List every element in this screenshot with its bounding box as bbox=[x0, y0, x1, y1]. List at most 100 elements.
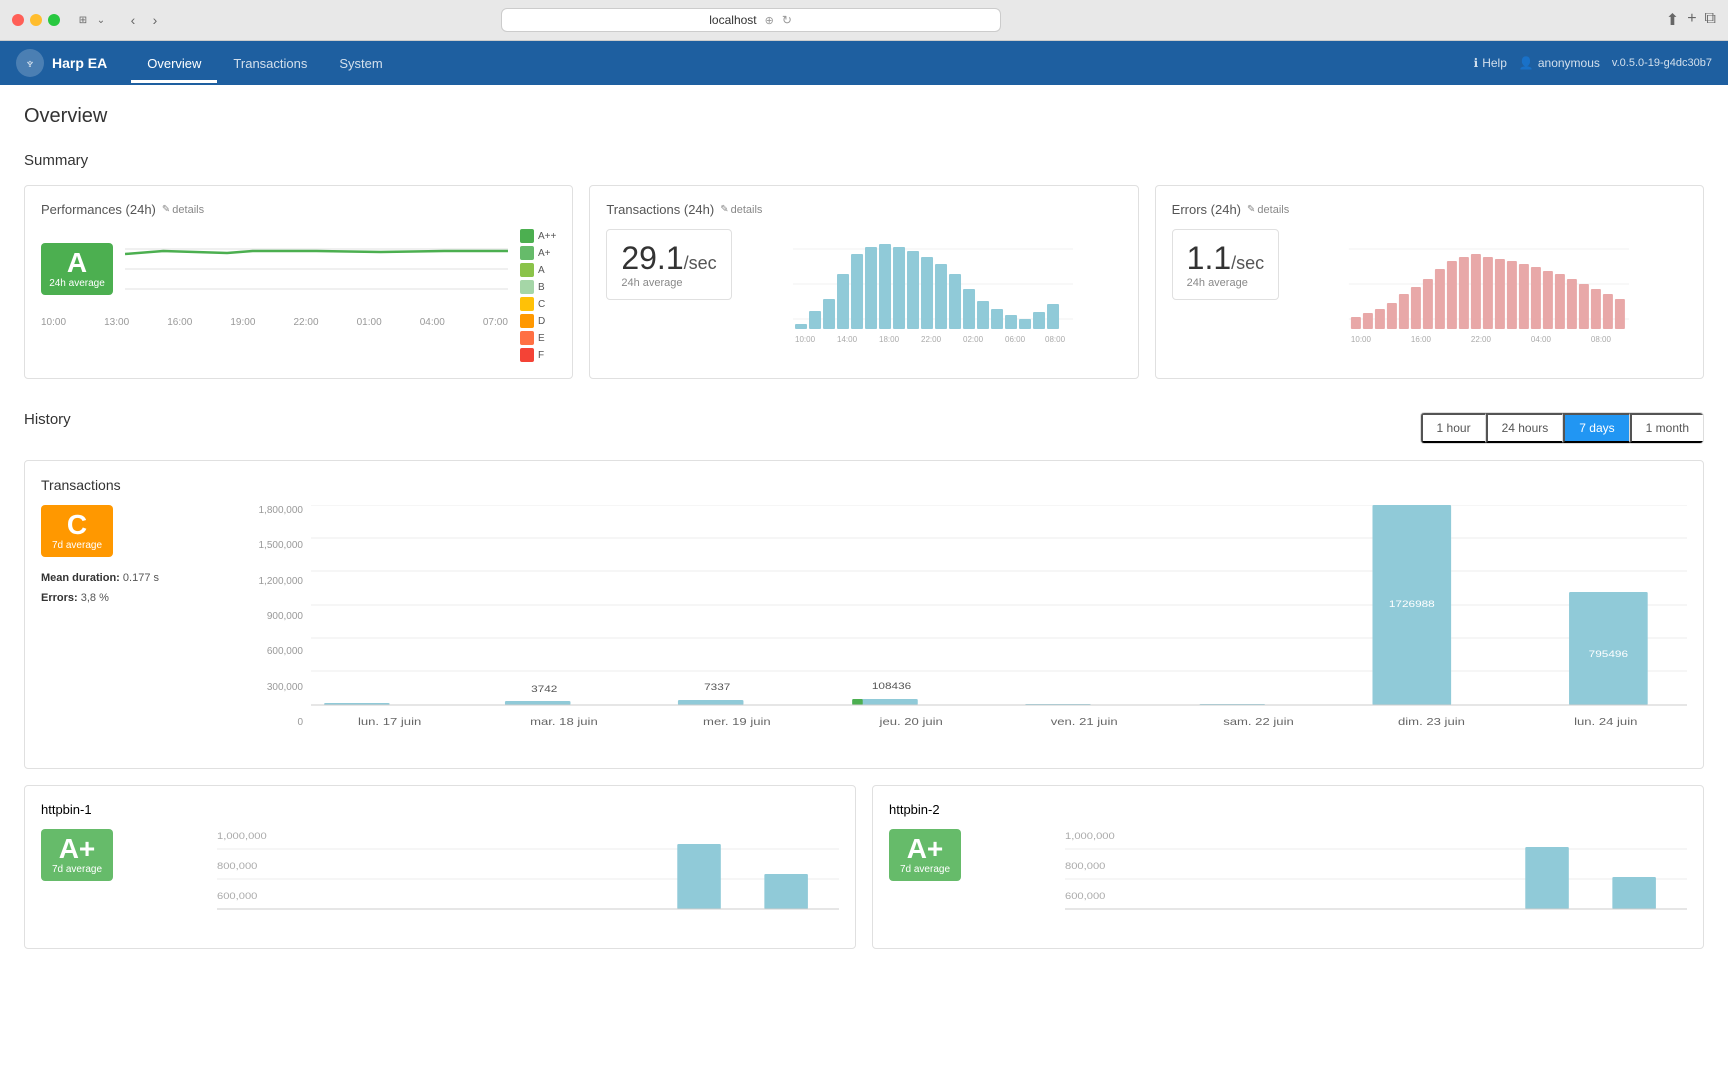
svg-text:800,000: 800,000 bbox=[1065, 862, 1106, 872]
errors-24h-card: Errors (24h) ✎ details 1.1/sec 24h avera… bbox=[1155, 185, 1704, 379]
user-icon: 👤 bbox=[1519, 56, 1534, 70]
svg-text:06:00: 06:00 bbox=[1005, 335, 1026, 344]
history-header: History 1 hour 24 hours 7 days 1 month bbox=[24, 411, 1704, 444]
browser-chrome: ⊞ ⌄ ‹ › localhost ⊕ ↻ ⬆ + ⧉ bbox=[0, 0, 1728, 41]
add-tab-icon[interactable]: + bbox=[1687, 10, 1696, 30]
big-chart-wrapper: 1,800,000 1,500,000 1,200,000 900,000 60… bbox=[241, 505, 1687, 752]
stat-box-txn: 29.1/sec 24h average bbox=[606, 229, 731, 300]
svg-text:108436: 108436 bbox=[872, 682, 912, 691]
svg-text:600,000: 600,000 bbox=[1065, 892, 1106, 902]
perf-chart-area: A 24h average bbox=[41, 229, 556, 362]
nav-item-system[interactable]: System bbox=[323, 44, 398, 83]
main-content: Overview Summary Performances (24h) ✎ de… bbox=[0, 85, 1728, 1088]
httpbin2-bar-chart: 1,000,000 800,000 600,000 bbox=[1065, 829, 1687, 929]
grade-row-aplus: A+ bbox=[520, 246, 556, 260]
performances-detail-link[interactable]: ✎ details bbox=[162, 204, 204, 216]
sidebar-toggle-icon[interactable]: ⊞ bbox=[76, 13, 90, 27]
nav-item-transactions[interactable]: Transactions bbox=[217, 44, 323, 83]
svg-text:22:00: 22:00 bbox=[1471, 335, 1492, 344]
back-button[interactable]: ‹ bbox=[124, 11, 142, 29]
svg-text:02:00: 02:00 bbox=[963, 335, 984, 344]
page-title: Overview bbox=[24, 105, 1704, 128]
transactions-bar-wrap: 10:00 14:00 18:00 22:00 02:00 06:00 08:0… bbox=[744, 229, 1122, 347]
filter-1hour[interactable]: 1 hour bbox=[1421, 413, 1486, 443]
svg-text:08:00: 08:00 bbox=[1045, 335, 1066, 344]
y-axis: 1,800,000 1,500,000 1,200,000 900,000 60… bbox=[241, 505, 311, 752]
err-value: 1.1 bbox=[1187, 240, 1231, 276]
svg-text:600,000: 600,000 bbox=[217, 892, 258, 902]
minimize-button[interactable] bbox=[30, 14, 42, 26]
help-link[interactable]: ℹ Help bbox=[1474, 56, 1507, 70]
browser-actions: ⬆ + ⧉ bbox=[1666, 10, 1716, 30]
transactions-detail-link[interactable]: ✎ details bbox=[720, 204, 762, 216]
tabs-icon[interactable]: ⧉ bbox=[1705, 10, 1716, 30]
httpbin1-chart: 1,000,000 800,000 600,000 bbox=[217, 829, 839, 932]
filter-1month[interactable]: 1 month bbox=[1630, 413, 1703, 443]
txn-layout: C 7d average Mean duration: 0.177 s Erro… bbox=[41, 505, 1687, 752]
svg-text:mar. 18 juin: mar. 18 juin bbox=[530, 716, 598, 727]
httpbin2-grade: A+ 7d average bbox=[889, 829, 961, 881]
svg-text:1,000,000: 1,000,000 bbox=[1065, 832, 1115, 842]
nav-items: Overview Transactions System bbox=[131, 44, 398, 83]
history-title: History bbox=[24, 411, 71, 428]
transactions-stat-box: 29.1/sec 24h average bbox=[606, 229, 731, 312]
security-icon: ⊕ bbox=[765, 14, 774, 27]
errors-stat-box: 1.1/sec 24h average bbox=[1172, 229, 1280, 312]
httpbin2-card: httpbin-2 A+ 7d average bbox=[872, 785, 1704, 949]
harp-icon: ♆ bbox=[25, 55, 36, 71]
app-name: Harp EA bbox=[52, 55, 107, 71]
err-sub: 24h average bbox=[1187, 277, 1265, 289]
big-bar-chart-main: 3742 7337 108436 bbox=[311, 505, 1687, 752]
service-grid: httpbin-1 A+ 7d average bbox=[24, 785, 1704, 949]
time-filter: 1 hour 24 hours 7 days 1 month bbox=[1420, 412, 1704, 444]
nav-right: ℹ Help 👤 anonymous v.0.5.0-19-g4dc30b7 bbox=[1474, 56, 1712, 70]
svg-text:sam. 22 juin: sam. 22 juin bbox=[1223, 716, 1294, 727]
url-bar[interactable]: localhost ⊕ ↻ bbox=[501, 8, 1001, 32]
maximize-button[interactable] bbox=[48, 14, 60, 26]
history-bar-chart-svg: 3742 7337 108436 bbox=[311, 505, 1687, 749]
errors-24h-title: Errors (24h) ✎ details bbox=[1172, 202, 1687, 217]
filter-7days[interactable]: 7 days bbox=[1563, 413, 1629, 443]
svg-text:jeu. 20 juin: jeu. 20 juin bbox=[878, 716, 942, 727]
svg-text:04:00: 04:00 bbox=[1531, 335, 1552, 344]
svg-text:mer. 19 juin: mer. 19 juin bbox=[703, 716, 771, 727]
window-controls: ⊞ ⌄ bbox=[76, 13, 108, 27]
svg-text:18:00: 18:00 bbox=[879, 335, 900, 344]
svg-text:14:00: 14:00 bbox=[837, 335, 858, 344]
httpbin2-title: httpbin-2 bbox=[889, 802, 1687, 817]
grade-row-b: B bbox=[520, 280, 556, 294]
svg-text:1,000,000: 1,000,000 bbox=[217, 832, 267, 842]
svg-text:10:00: 10:00 bbox=[1351, 335, 1372, 344]
httpbin1-info: A+ 7d average bbox=[41, 829, 201, 932]
httpbin2-chart: 1,000,000 800,000 600,000 bbox=[1065, 829, 1687, 932]
filter-24hours[interactable]: 24 hours bbox=[1486, 413, 1564, 443]
app-nav: ♆ Harp EA Overview Transactions System ℹ… bbox=[0, 41, 1728, 85]
grade-row-app: A++ bbox=[520, 229, 556, 243]
svg-text:08:00: 08:00 bbox=[1591, 335, 1612, 344]
stat-box-err: 1.1/sec 24h average bbox=[1172, 229, 1280, 300]
httpbin1-layout: A+ 7d average bbox=[41, 829, 839, 932]
summary-grid: Performances (24h) ✎ details A 24h avera… bbox=[24, 185, 1704, 379]
svg-text:1726988: 1726988 bbox=[1389, 600, 1435, 609]
logo-icon: ♆ bbox=[16, 49, 44, 77]
share-icon[interactable]: ⬆ bbox=[1666, 10, 1679, 30]
chevron-down-icon[interactable]: ⌄ bbox=[94, 13, 108, 27]
grade-row-d: D bbox=[520, 314, 556, 328]
httpbin2-info: A+ 7d average bbox=[889, 829, 1049, 932]
nav-item-overview[interactable]: Overview bbox=[131, 44, 217, 83]
grade-row-c: C bbox=[520, 297, 556, 311]
grade-legend: A++ A+ A B C D E F bbox=[520, 229, 556, 362]
close-button[interactable] bbox=[12, 14, 24, 26]
svg-text:7337: 7337 bbox=[704, 683, 730, 692]
perf-x-axis: 10:00 13:00 16:00 19:00 22:00 01:00 04:0… bbox=[41, 317, 508, 328]
refresh-icon[interactable]: ↻ bbox=[782, 13, 792, 27]
svg-text:22:00: 22:00 bbox=[921, 335, 942, 344]
help-icon: ℹ bbox=[1474, 56, 1479, 70]
svg-text:dim. 23 juin: dim. 23 juin bbox=[1398, 716, 1465, 727]
txn-history-title: Transactions bbox=[41, 477, 1687, 493]
svg-text:ven. 21 juin: ven. 21 juin bbox=[1051, 716, 1118, 727]
user-menu[interactable]: 👤 anonymous bbox=[1519, 56, 1600, 70]
errors-detail-link[interactable]: ✎ details bbox=[1247, 204, 1289, 216]
forward-button[interactable]: › bbox=[146, 11, 164, 29]
svg-text:800,000: 800,000 bbox=[217, 862, 258, 872]
